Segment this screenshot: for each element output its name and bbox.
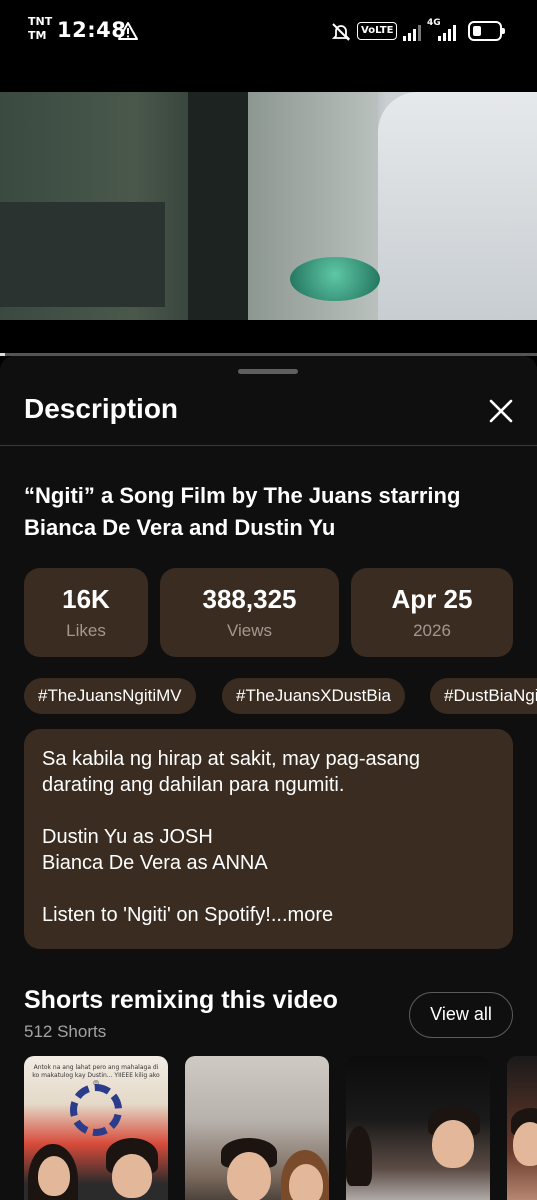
short-thumbnail[interactable]: Antok na ang lahat pero ang mahalaga di …: [24, 1056, 168, 1200]
short-thumbnail[interactable]: [507, 1056, 537, 1200]
video-title: “Ngiti” a Song Film by The Juans starrin…: [24, 483, 461, 540]
spotify-line: Listen to 'Ngiti' on Spotify!: [42, 904, 271, 926]
person-hair: [346, 1126, 372, 1186]
person-face: [38, 1156, 70, 1196]
views-stat: 388,325 Views: [160, 568, 339, 657]
warning-icon: [118, 22, 138, 40]
mute-icon: [331, 23, 351, 41]
drag-handle[interactable]: [238, 369, 298, 374]
carrier-line-2: TM: [28, 29, 47, 42]
carrier-label: TNT TM: [28, 15, 52, 43]
short-thumbnail[interactable]: [185, 1056, 329, 1200]
video-frame-object: [290, 257, 380, 301]
likes-label: Likes: [66, 621, 106, 640]
hashtag-chip[interactable]: #TheJuansNgitiMV: [24, 678, 196, 714]
likes-stat: 16K Likes: [24, 568, 148, 657]
description-spacer: [42, 876, 495, 902]
video-progress-fill: [0, 353, 6, 356]
person-face: [513, 1122, 537, 1166]
views-value: 388,325: [202, 584, 297, 614]
volte-badge: VoLTE: [357, 22, 398, 40]
description-spacer: [42, 798, 495, 824]
gear-graphic: [70, 1084, 122, 1136]
hashtag-chip[interactable]: #DustBiaNgiti: [430, 678, 537, 714]
video-player[interactable]: [0, 92, 537, 320]
clock: 12:48: [57, 18, 127, 42]
cast-line: Bianca De Vera as ANNA: [42, 852, 268, 874]
cast-line: Dustin Yu as JOSH: [42, 826, 213, 848]
shorts-count: 512 Shorts: [24, 1022, 107, 1041]
close-icon: [489, 399, 513, 423]
likes-value: 16K: [62, 584, 110, 614]
shorts-section-title: Shorts remixing this video: [24, 986, 338, 1014]
description-line: darating ang dahilan para ngumiti.: [42, 774, 345, 796]
description-line: Listen to 'Ngiti' on Spotify!...more: [42, 902, 495, 928]
description-sheet: Description “Ngiti” a Song Film by The J…: [0, 356, 537, 1200]
video-frame-panel: [0, 202, 165, 307]
video-frame-door: [188, 92, 248, 320]
person-face: [112, 1154, 152, 1198]
description-line: Sa kabila ng hirap at sakit, may pag-asa…: [42, 748, 420, 770]
person-face: [289, 1164, 323, 1200]
views-label: Views: [226, 621, 273, 640]
video-letterbox: [0, 320, 537, 354]
close-button[interactable]: [482, 392, 520, 430]
video-frame-figure: [378, 92, 537, 320]
date-value: Apr 25: [391, 584, 473, 614]
view-all-button[interactable]: View all: [409, 992, 513, 1038]
more-link[interactable]: ...more: [271, 904, 333, 926]
person-face: [432, 1120, 474, 1168]
year-label: 2026: [413, 621, 451, 640]
description-box[interactable]: Sa kabila ng hirap at sakit, may pag-asa…: [24, 729, 513, 949]
divider: [0, 445, 537, 446]
sheet-title: Description: [24, 393, 179, 424]
hashtag-chip[interactable]: #TheJuansXDustBia: [222, 678, 405, 714]
signal-icon: [403, 25, 421, 41]
signal-4g-icon: [438, 25, 456, 41]
status-bar: TNT TM 12:48 VoLTE 4G: [0, 0, 537, 60]
person-face: [227, 1152, 271, 1200]
date-stat: Apr 25 2026: [351, 568, 513, 657]
carrier-line-1: TNT: [28, 15, 53, 28]
battery-icon: [468, 21, 505, 41]
short-thumbnail[interactable]: [346, 1056, 490, 1200]
